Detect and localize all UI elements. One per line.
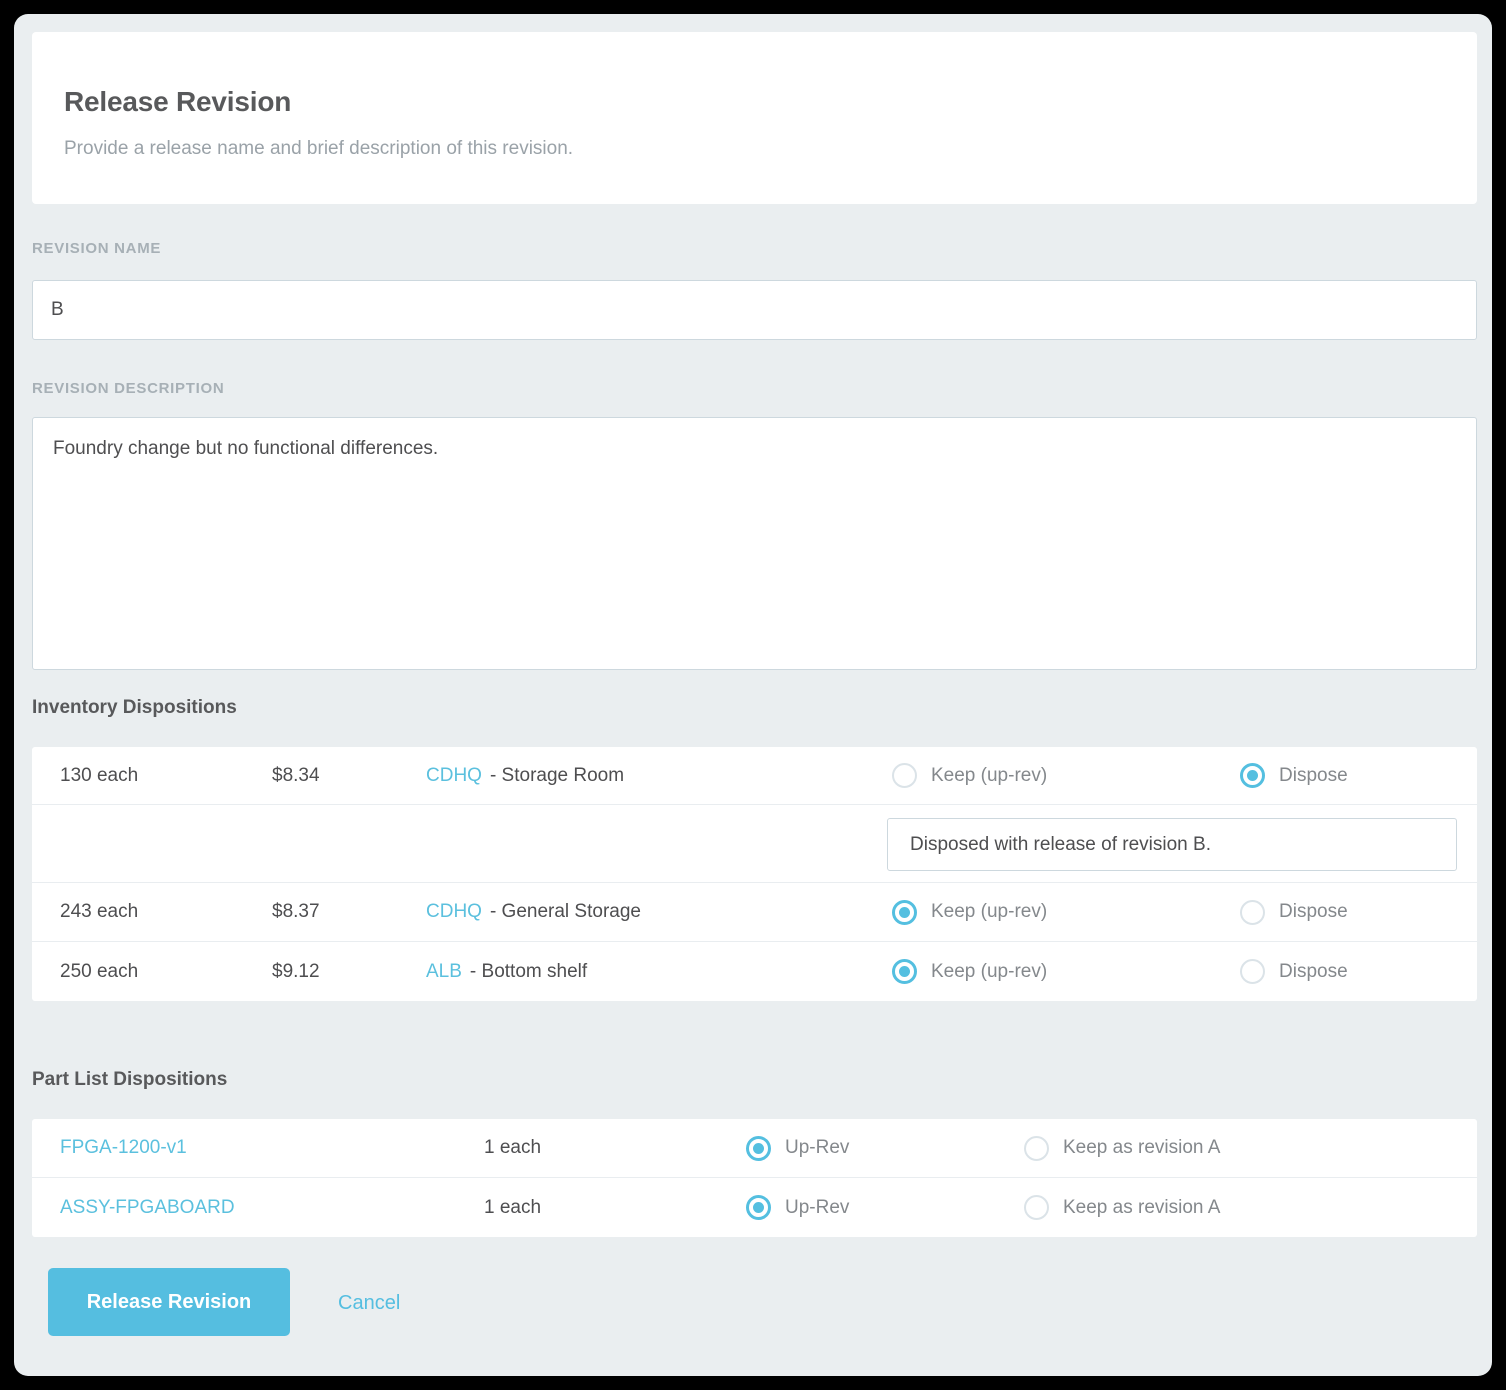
part-qty: 1 each <box>484 1137 542 1158</box>
radio-unselected-icon[interactable] <box>1024 1135 1049 1161</box>
inventory-location-name: - Storage Room <box>489 764 625 786</box>
dialog-header-card: Release Revision Provide a release name … <box>32 32 1477 204</box>
radio-selected-icon[interactable] <box>892 959 917 984</box>
part-keep-label: Keep as revision A <box>1063 1196 1221 1218</box>
part-link[interactable]: FPGA-1200-v1 <box>60 1119 187 1177</box>
radio-unselected-icon[interactable] <box>892 763 917 788</box>
inventory-dispose-label: Dispose <box>1279 901 1348 922</box>
part-keep-label: Keep as revision A <box>1063 1137 1221 1158</box>
part-keep-option[interactable]: Keep as revision A <box>1024 1178 1220 1237</box>
table-row: ASSY-FPGABOARD 1 each Up-Rev Keep as rev… <box>32 1178 1477 1237</box>
inventory-keep-label: Keep (up-rev) <box>931 901 1048 922</box>
revision-name-input[interactable] <box>32 280 1477 340</box>
inventory-location-link[interactable]: CDHQ <box>426 901 482 923</box>
inventory-dispositions-title: Inventory Dispositions <box>32 697 237 718</box>
inventory-qty: 250 each <box>60 960 139 982</box>
part-uprev-label: Up-Rev <box>785 1137 850 1158</box>
inventory-dispose-option[interactable]: Dispose <box>1240 942 1348 1001</box>
release-revision-button[interactable]: Release Revision <box>48 1268 290 1336</box>
part-list-dispositions-title: Part List Dispositions <box>32 1069 228 1090</box>
inventory-keep-label: Keep (up-rev) <box>931 960 1048 982</box>
cancel-button[interactable]: Cancel <box>338 1292 400 1315</box>
inventory-location-link[interactable]: ALB <box>426 961 462 983</box>
inventory-location-name: - Bottom shelf <box>469 960 588 982</box>
inventory-dispose-option[interactable]: Dispose <box>1240 747 1348 804</box>
inventory-location-link[interactable]: CDHQ <box>426 765 482 787</box>
inventory-dispositions-table: 130 each $8.34 CDHQ - Storage Room Keep … <box>32 747 1477 1001</box>
part-list-dispositions-table: FPGA-1200-v1 1 each Up-Rev Keep as revis… <box>32 1119 1477 1237</box>
inventory-keep-label: Keep (up-rev) <box>931 764 1048 786</box>
inventory-price: $9.12 <box>272 960 320 982</box>
app-window: Release Revision Provide a release name … <box>14 14 1492 1376</box>
inventory-keep-option[interactable]: Keep (up-rev) <box>892 747 1047 804</box>
part-link[interactable]: ASSY-FPGABOARD <box>60 1178 235 1237</box>
radio-selected-icon[interactable] <box>1240 763 1265 788</box>
inventory-qty: 243 each <box>60 901 139 922</box>
inventory-qty: 130 each <box>60 764 139 786</box>
revision-description-textarea[interactable]: Foundry change but no functional differe… <box>32 417 1477 670</box>
inventory-location: CDHQ - Storage Room <box>426 747 624 804</box>
table-row: 130 each $8.34 CDHQ - Storage Room Keep … <box>32 747 1477 805</box>
part-keep-option[interactable]: Keep as revision A <box>1024 1119 1220 1177</box>
inventory-keep-option[interactable]: Keep (up-rev) <box>892 883 1047 941</box>
radio-selected-icon[interactable] <box>746 1195 771 1220</box>
revision-name-label: REVISION NAME <box>32 240 162 257</box>
inventory-location: ALB - Bottom shelf <box>426 942 587 1001</box>
part-uprev-option[interactable]: Up-Rev <box>746 1119 849 1177</box>
revision-description-label: REVISION DESCRIPTION <box>32 380 225 397</box>
table-row-note <box>32 805 1477 883</box>
radio-unselected-icon[interactable] <box>1240 899 1265 925</box>
inventory-dispose-label: Dispose <box>1279 960 1348 982</box>
inventory-dispose-label: Dispose <box>1279 764 1348 786</box>
table-row: FPGA-1200-v1 1 each Up-Rev Keep as revis… <box>32 1119 1477 1178</box>
part-uprev-label: Up-Rev <box>785 1196 850 1218</box>
radio-selected-icon[interactable] <box>892 899 917 925</box>
inventory-price: $8.34 <box>272 764 320 786</box>
inventory-dispose-option[interactable]: Dispose <box>1240 883 1348 941</box>
radio-unselected-icon[interactable] <box>1024 1195 1049 1220</box>
table-row: 250 each $9.12 ALB - Bottom shelf Keep (… <box>32 942 1477 1001</box>
inventory-price: $8.37 <box>272 901 320 922</box>
page-title: Release Revision <box>64 86 292 117</box>
disposition-note-input[interactable] <box>887 818 1457 871</box>
radio-unselected-icon[interactable] <box>1240 959 1265 984</box>
part-qty: 1 each <box>484 1196 542 1218</box>
radio-selected-icon[interactable] <box>746 1135 771 1161</box>
inventory-location-name: - General Storage <box>489 901 641 922</box>
part-uprev-option[interactable]: Up-Rev <box>746 1178 849 1237</box>
inventory-keep-option[interactable]: Keep (up-rev) <box>892 942 1047 1001</box>
page-subtitle: Provide a release name and brief descrip… <box>64 138 574 159</box>
table-row: 243 each $8.37 CDHQ - General Storage Ke… <box>32 883 1477 942</box>
inventory-location: CDHQ - General Storage <box>426 883 641 941</box>
